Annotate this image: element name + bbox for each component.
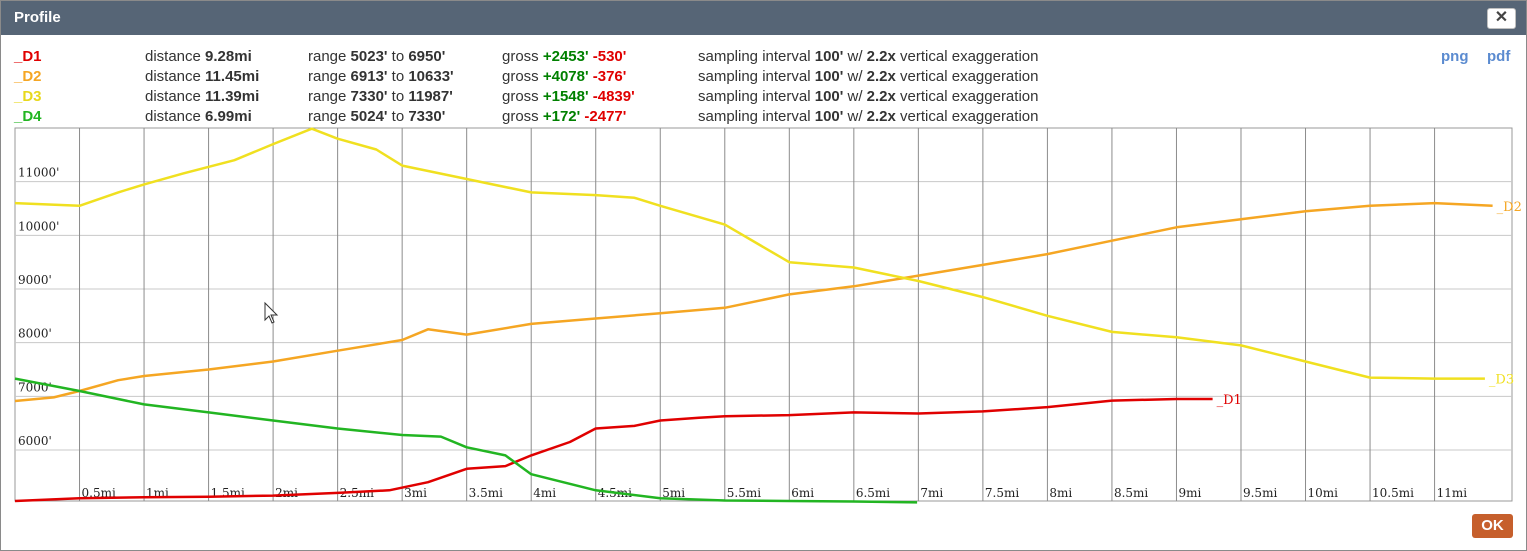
y-tick-label: 6000' [18,434,52,448]
ok-button[interactable]: OK [1472,514,1513,538]
x-tick-label: 6.5mi [856,486,890,500]
x-tick-label: 3mi [404,486,427,500]
x-tick-label: 9.5mi [1243,486,1277,500]
x-tick-label: 6mi [791,486,814,500]
x-tick-label: 8.5mi [1114,486,1148,500]
elevation-profile-chart[interactable]: 6000'7000'8000'9000'10000'11000'0.5mi 1mi… [1,1,1526,550]
y-tick-label: 9000' [18,273,52,287]
plot-area [14,127,1513,502]
x-tick-label: 7mi [920,486,943,500]
x-tick-label: 10mi [1308,486,1339,500]
x-tick-label: 10.5mi [1372,486,1414,500]
x-tick-label: 1.5mi [211,486,245,500]
y-tick-label: 8000' [18,327,52,341]
x-tick-label: 5.5mi [727,486,761,500]
x-tick-label: 4mi [533,486,556,500]
x-tick-label: 9mi [1178,486,1201,500]
x-tick-label: 3.5mi [469,486,503,500]
y-tick-label: 10000' [18,219,59,233]
series-end-label: _D3 [1489,373,1514,388]
x-tick-label: 2mi [275,486,298,500]
y-tick-label: 11000' [18,166,59,180]
profile-dialog: Profile ✕ _D1 distance 9.28mi range 5023… [0,0,1527,551]
series-end-label: _D1 [1217,393,1242,408]
x-tick-label: 8mi [1049,486,1072,500]
x-tick-label: 7.5mi [985,486,1019,500]
series-end-label: _D2 [1497,200,1522,215]
x-tick-label: 11mi [1437,486,1468,500]
